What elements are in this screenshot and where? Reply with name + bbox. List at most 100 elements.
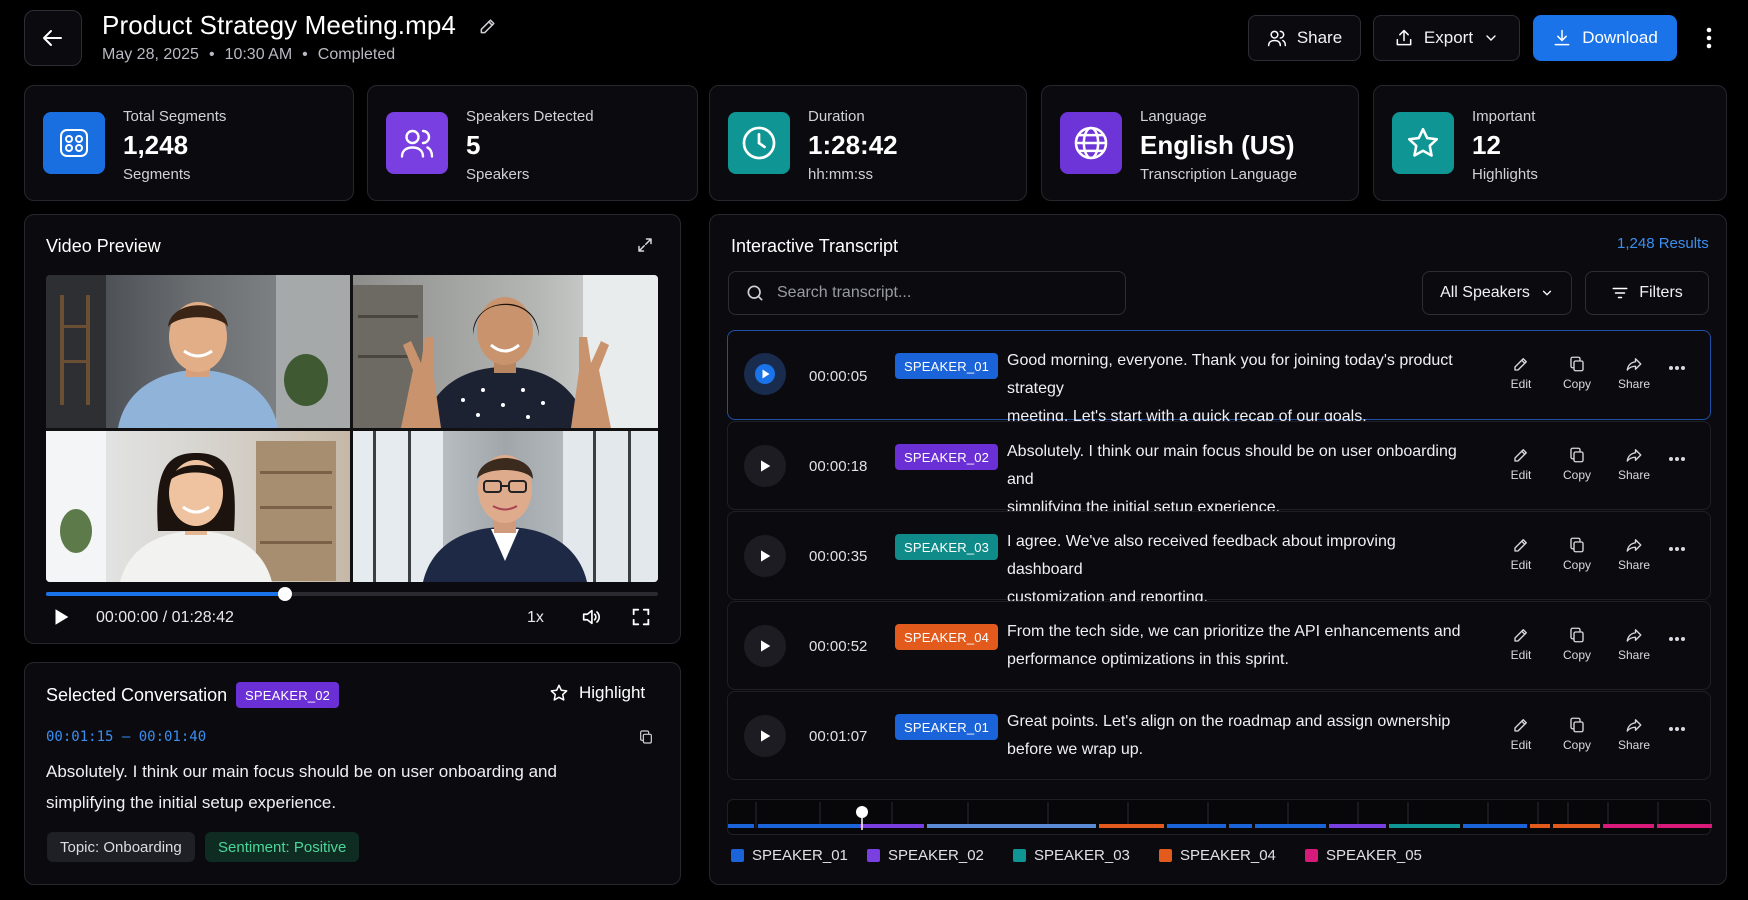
speaker-timeline[interactable] bbox=[727, 799, 1712, 835]
play-icon[interactable] bbox=[50, 606, 72, 628]
speaker-filter-label: All Speakers bbox=[1440, 284, 1530, 301]
stat-label: Language bbox=[1140, 108, 1207, 125]
row-copy-button[interactable]: Copy bbox=[1553, 536, 1601, 572]
fullscreen-icon[interactable] bbox=[630, 606, 652, 628]
stat-label: Important bbox=[1472, 108, 1536, 125]
row-more-icon[interactable] bbox=[1668, 726, 1686, 732]
row-edit-button[interactable]: Edit bbox=[1497, 536, 1545, 572]
row-edit-label: Edit bbox=[1510, 377, 1532, 391]
row-share-button[interactable]: Share bbox=[1610, 716, 1658, 752]
transcript-search[interactable] bbox=[728, 271, 1126, 315]
row-time: 00:00:35 bbox=[809, 548, 868, 565]
row-play-button[interactable] bbox=[744, 535, 786, 577]
transcript-row[interactable]: 00:01:07 SPEAKER_01 Great points. Let's … bbox=[727, 691, 1711, 780]
row-copy-button[interactable]: Copy bbox=[1553, 716, 1601, 752]
row-share-button[interactable]: Share bbox=[1610, 536, 1658, 572]
search-input[interactable] bbox=[777, 284, 1097, 302]
stat-value: 1:28:42 bbox=[808, 130, 898, 160]
row-play-button[interactable] bbox=[744, 715, 786, 757]
download-button-label: Download bbox=[1582, 28, 1658, 47]
row-copy-label: Copy bbox=[1562, 377, 1591, 391]
row-text: Good morning, everyone. Thank you for jo… bbox=[1007, 347, 1467, 431]
clock-icon bbox=[728, 112, 790, 174]
video-progress-bar[interactable] bbox=[46, 587, 658, 601]
share-arrow-icon bbox=[1626, 539, 1642, 552]
chevron-down-icon bbox=[1542, 290, 1552, 296]
stat-value: 12 bbox=[1472, 130, 1501, 160]
copy-icon bbox=[1570, 627, 1584, 643]
row-text-line: before we wrap up. bbox=[1007, 741, 1144, 758]
transcript-row[interactable]: 00:00:52 SPEAKER_04 From the tech side, … bbox=[727, 601, 1711, 690]
star-icon bbox=[1392, 112, 1454, 174]
row-text-line: performance optimizations in this sprint… bbox=[1007, 651, 1289, 668]
globe-icon bbox=[1060, 112, 1122, 174]
transcript-row[interactable]: 00:00:05 SPEAKER_01 Good morning, everyo… bbox=[727, 330, 1711, 425]
legend-speaker-01: SPEAKER_01 bbox=[731, 847, 848, 864]
more-options-icon[interactable] bbox=[1697, 20, 1721, 56]
row-play-button[interactable] bbox=[744, 353, 786, 395]
video-player[interactable] bbox=[46, 275, 658, 582]
play-icon bbox=[761, 730, 771, 742]
back-button[interactable] bbox=[24, 10, 82, 66]
play-icon bbox=[761, 640, 771, 652]
row-share-button[interactable]: Share bbox=[1610, 446, 1658, 482]
row-text: Great points. Let's align on the roadmap… bbox=[1007, 708, 1467, 764]
row-copy-button[interactable]: Copy bbox=[1553, 446, 1601, 482]
participant-video-1 bbox=[46, 275, 350, 428]
row-more-icon[interactable] bbox=[1668, 546, 1686, 552]
volume-icon[interactable] bbox=[580, 606, 602, 628]
video-progress-fill bbox=[46, 592, 285, 596]
row-share-button[interactable]: Share bbox=[1610, 626, 1658, 662]
export-button[interactable]: Export bbox=[1373, 15, 1520, 61]
arrow-left-icon bbox=[43, 30, 62, 46]
legend-swatch bbox=[867, 849, 880, 862]
download-button[interactable]: Download bbox=[1533, 15, 1677, 61]
video-progress-thumb[interactable] bbox=[277, 587, 292, 601]
row-edit-button[interactable]: Edit bbox=[1497, 716, 1545, 752]
row-text: Absolutely. I think our main focus shoul… bbox=[1007, 438, 1467, 522]
row-copy-button[interactable]: Copy bbox=[1553, 355, 1601, 391]
row-edit-button[interactable]: Edit bbox=[1497, 626, 1545, 662]
row-copy-label: Copy bbox=[1562, 558, 1591, 572]
row-speaker-badge: SPEAKER_01 bbox=[895, 353, 999, 379]
legend-swatch bbox=[1159, 849, 1172, 862]
row-play-button[interactable] bbox=[744, 625, 786, 667]
legend-speaker-02: SPEAKER_02 bbox=[867, 847, 984, 864]
row-play-button[interactable] bbox=[744, 445, 786, 487]
export-icon bbox=[1396, 29, 1412, 46]
sentiment-tag: Sentiment: Positive bbox=[205, 832, 360, 862]
stat-value: 1,248 bbox=[123, 130, 189, 160]
row-copy-label: Copy bbox=[1562, 738, 1591, 752]
speaker-filter-dropdown[interactable]: All Speakers bbox=[1422, 271, 1572, 315]
timeline-playhead[interactable] bbox=[856, 806, 868, 818]
row-more-icon[interactable] bbox=[1668, 456, 1686, 462]
row-edit-button[interactable]: Edit bbox=[1497, 355, 1545, 391]
transcript-row[interactable]: 00:00:18 SPEAKER_02 Absolutely. I think … bbox=[727, 421, 1711, 516]
row-text-line: Great points. Let's align on the roadmap… bbox=[1007, 713, 1451, 730]
transcript-row[interactable]: 00:00:35 SPEAKER_03 I agree. We've also … bbox=[727, 511, 1711, 606]
legend-label: SPEAKER_04 bbox=[1180, 847, 1276, 864]
copy-icon[interactable] bbox=[638, 728, 654, 746]
row-more-icon[interactable] bbox=[1668, 636, 1686, 642]
row-text-line: From the tech side, we can prioritize th… bbox=[1007, 623, 1461, 640]
share-button[interactable]: Share bbox=[1248, 15, 1361, 61]
filters-button[interactable]: Filters bbox=[1585, 271, 1709, 315]
highlight-button[interactable]: Highlight bbox=[549, 683, 645, 703]
meta-time: 10:30 AM bbox=[224, 46, 293, 63]
row-text: I agree. We've also received feedback ab… bbox=[1007, 528, 1467, 612]
row-edit-label: Edit bbox=[1510, 558, 1532, 572]
row-copy-button[interactable]: Copy bbox=[1553, 626, 1601, 662]
stat-sub: Highlights bbox=[1472, 166, 1538, 183]
participant-video-4 bbox=[353, 431, 658, 582]
share-arrow-icon bbox=[1626, 449, 1642, 462]
legend-swatch bbox=[731, 849, 744, 862]
video-total-time: 01:28:42 bbox=[171, 609, 234, 626]
expand-icon[interactable] bbox=[636, 236, 654, 254]
edit-title-icon[interactable] bbox=[478, 16, 498, 36]
playback-speed[interactable]: 1x bbox=[527, 609, 544, 627]
row-copy-label: Copy bbox=[1562, 648, 1591, 662]
row-share-button[interactable]: Share bbox=[1610, 355, 1658, 391]
row-text-line: I agree. We've also received feedback ab… bbox=[1007, 533, 1396, 578]
row-edit-button[interactable]: Edit bbox=[1497, 446, 1545, 482]
row-more-icon[interactable] bbox=[1668, 365, 1686, 371]
